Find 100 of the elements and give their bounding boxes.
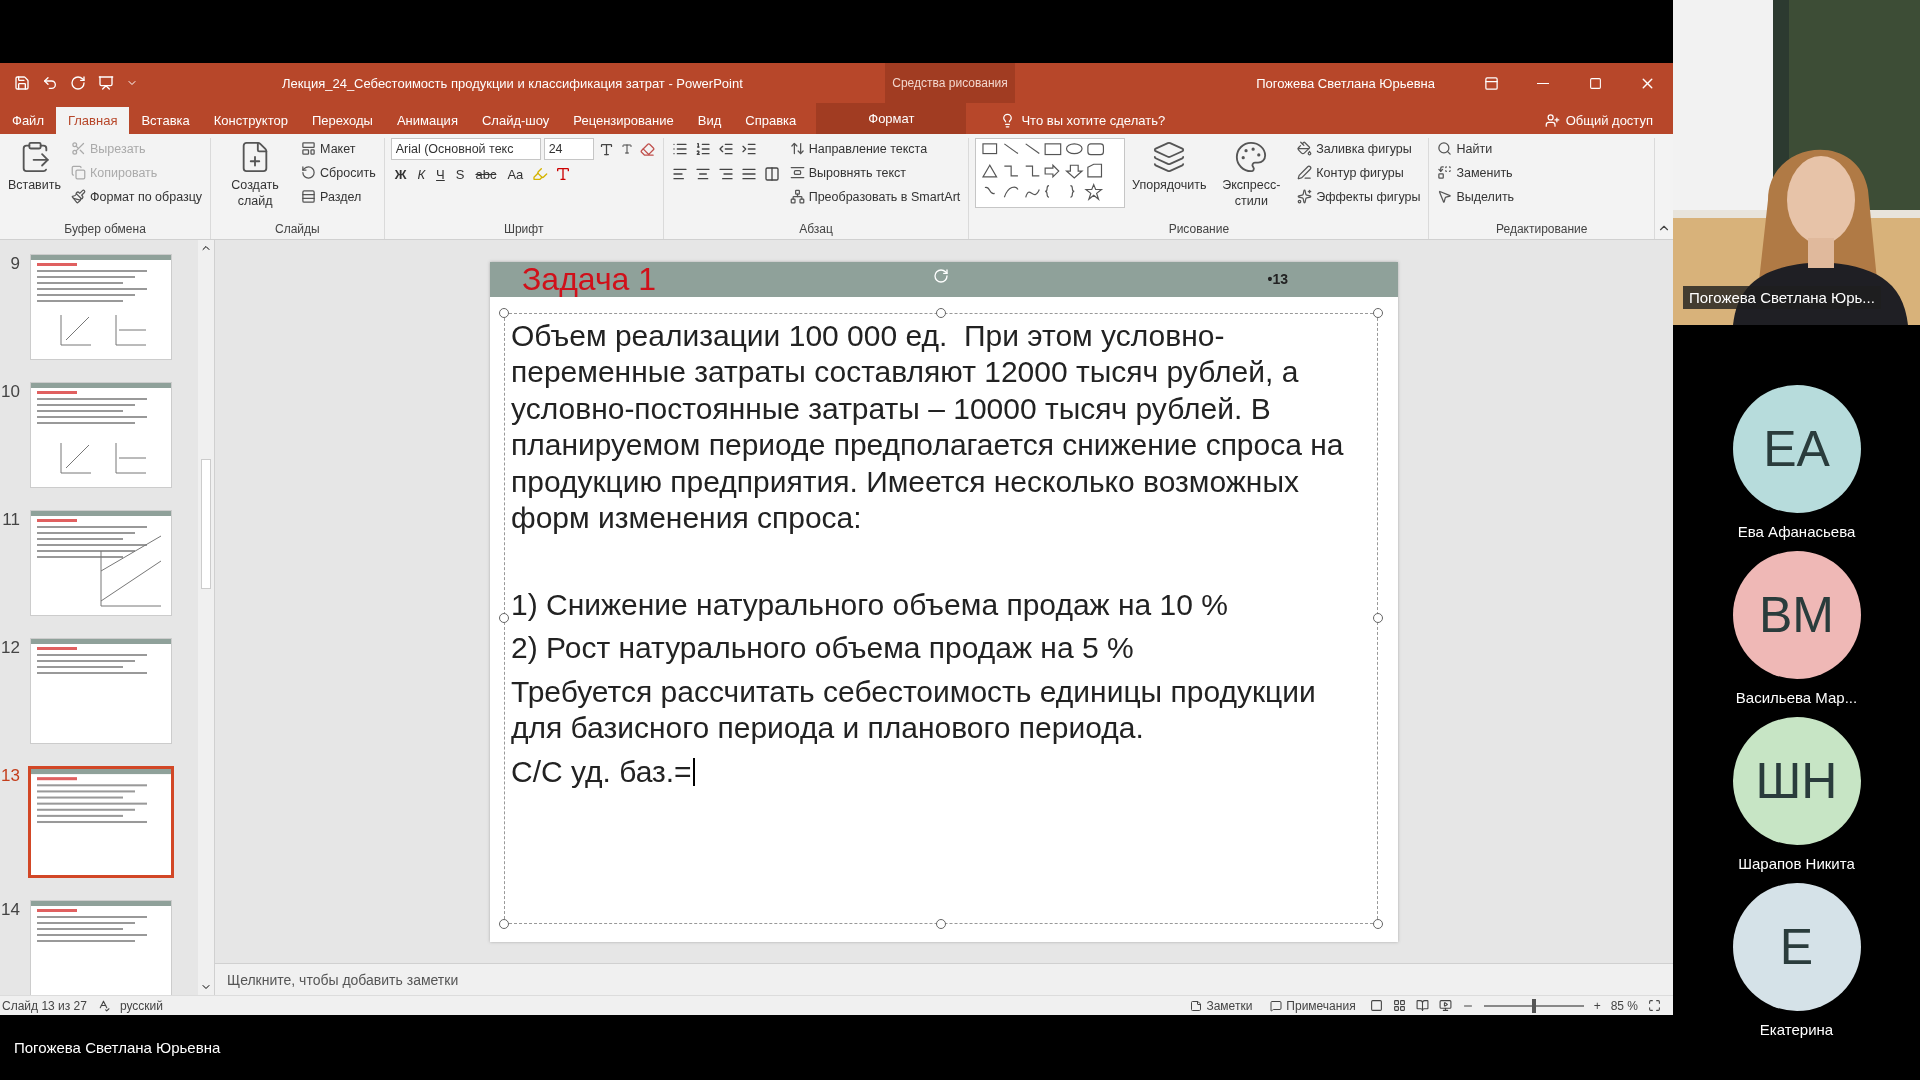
- participant-name: Екатерина: [1759, 1021, 1834, 1038]
- ribbon-button[interactable]: Направление текста: [787, 138, 963, 159]
- slide-thumbnail[interactable]: [28, 766, 174, 878]
- ribbon-button[interactable]: Экспресс-стили: [1213, 138, 1290, 211]
- notes-button[interactable]: Заметки: [1186, 996, 1257, 1015]
- ribbon-button[interactable]: Контур фигуры: [1295, 162, 1423, 183]
- format-button[interactable]: Ч: [432, 163, 449, 185]
- layout-icon: [301, 141, 317, 156]
- resize-handle[interactable]: [936, 307, 946, 318]
- ribbon-group-label: Рисование: [1167, 221, 1231, 238]
- comments-button[interactable]: Примечания: [1266, 996, 1360, 1015]
- user-name: Погожева Светлана Юрьевна: [1256, 75, 1435, 91]
- ribbon-button[interactable]: Макет: [299, 138, 378, 159]
- presenter-name: Погожева Светлана Юрьевна: [14, 1039, 221, 1056]
- normal-view-icon[interactable]: [1369, 999, 1383, 1012]
- ribbon-group-label: Абзац: [798, 221, 834, 238]
- text-direction-icon: [789, 141, 805, 156]
- slide-number: 13: [0, 766, 20, 786]
- ribbon-button[interactable]: Преобразовать в SmartArt: [787, 186, 963, 207]
- ribbon-tab[interactable]: Формат: [816, 103, 967, 134]
- zoom-in-button[interactable]: +: [1593, 998, 1601, 1013]
- ribbon-tab[interactable]: Главная: [55, 107, 130, 134]
- slideshow-icon[interactable]: [98, 75, 114, 91]
- video-caption: Погожева Светлана Юрь...: [1683, 286, 1881, 309]
- paint-bucket-icon: [1297, 141, 1313, 156]
- smartart-icon: [789, 189, 805, 204]
- ribbon-button[interactable]: Выровнять текст: [787, 162, 963, 183]
- ribbon-tab[interactable]: Файл: [0, 107, 56, 134]
- notes-pane[interactable]: Щелкните, чтобы добавить заметки: [215, 963, 1673, 995]
- book-icon[interactable]: [1415, 999, 1429, 1012]
- resize-handle[interactable]: [1373, 307, 1383, 318]
- rotate-handle-icon[interactable]: [933, 267, 949, 284]
- window-title: Лекция_24_Себестоимость продукции и классификация затрат - PowerPoint: [282, 75, 744, 91]
- ribbon-button[interactable]: Упорядочить: [1131, 138, 1208, 195]
- text-cursor: [692, 757, 695, 786]
- shapes-gallery-drawing[interactable]: [975, 138, 1126, 208]
- ribbon-tab[interactable]: Вставка: [129, 107, 202, 134]
- layers-icon: [1152, 140, 1187, 174]
- ribbon-button[interactable]: Формат по образцу: [69, 186, 205, 207]
- ribbon-button[interactable]: Сбросить: [299, 162, 378, 183]
- undo-icon[interactable]: [42, 75, 58, 91]
- ribbon-button[interactable]: Найти: [1435, 138, 1517, 159]
- slide-thumbnail[interactable]: [30, 510, 172, 616]
- font-name-field[interactable]: Arial (Основной текс: [390, 138, 541, 160]
- fit-slide-icon[interactable]: [1648, 999, 1661, 1012]
- ribbon-tab[interactable]: Вид: [685, 107, 734, 134]
- person-add-icon: [1544, 113, 1560, 128]
- resize-handle[interactable]: [936, 918, 946, 929]
- ribbon-tab[interactable]: Рецензирование: [561, 107, 686, 134]
- participant-avatar: ЕА: [1732, 385, 1861, 513]
- slide-thumbnail[interactable]: [30, 254, 172, 360]
- slide-paragraph: Объем реализации 100 000 ед. При этом условно-переменные затраты составляют 12000 тысяч рублей, а условно-постоянные затраты – 10000 тысяч рублей. В планируемом периоде предполагается снижение спроса на продукцию предприятия. Имеется несколько возможных форм изменения спроса:: [511, 317, 1345, 536]
- resize-handle[interactable]: [499, 613, 509, 623]
- ribbon-tab[interactable]: Переходы: [299, 107, 385, 134]
- save-icon[interactable]: [14, 75, 30, 91]
- context-group-label: Средства рисования: [885, 63, 1015, 103]
- note-icon: [1190, 999, 1203, 1012]
- format-button[interactable]: Aa: [503, 163, 528, 185]
- font-size-field[interactable]: 24: [543, 138, 594, 160]
- ribbon-button[interactable]: Выделить: [1435, 186, 1517, 207]
- format-button[interactable]: abc: [471, 163, 501, 185]
- align-text-icon: [789, 165, 805, 180]
- ribbon-tab[interactable]: Конструктор: [201, 107, 300, 134]
- slideshow-view-icon[interactable]: [1438, 999, 1452, 1012]
- tell-me-field[interactable]: Что вы хотите сделать?: [1000, 107, 1166, 134]
- notes-placeholder: Щелкните, чтобы добавить заметки: [227, 971, 459, 988]
- slide-page-number: •13: [1267, 271, 1288, 287]
- ribbon-button[interactable]: Эффекты фигуры: [1295, 186, 1423, 207]
- format-button[interactable]: Ж: [390, 163, 411, 185]
- ribbon-tab[interactable]: Справка: [733, 107, 809, 134]
- slide-thumbnail[interactable]: [30, 638, 172, 744]
- participant-avatar: ШН: [1732, 717, 1861, 845]
- resize-handle[interactable]: [499, 918, 509, 929]
- slide-thumbnail[interactable]: [30, 900, 172, 995]
- ribbon-tab[interactable]: Слайд-шоу: [469, 107, 562, 134]
- slide-number: 12: [0, 638, 20, 658]
- resize-handle[interactable]: [1373, 918, 1383, 929]
- scrollbar-thumb[interactable]: [201, 459, 211, 589]
- resize-handle[interactable]: [499, 307, 509, 318]
- ribbon-button[interactable]: Раздел: [299, 186, 378, 207]
- search-icon: [1437, 141, 1453, 156]
- slide-counter: Слайд 13 из 27: [2, 998, 87, 1013]
- participant-avatar: Е: [1732, 883, 1861, 1011]
- maximize-icon: [1588, 76, 1602, 90]
- ribbon-display-icon: [1483, 75, 1499, 91]
- ribbon-button[interactable]: Создать слайд: [217, 138, 294, 211]
- share-button[interactable]: Общий доступ: [1538, 107, 1659, 134]
- redo-icon[interactable]: [70, 75, 86, 91]
- ribbon-button[interactable]: Заменить: [1435, 162, 1517, 183]
- grid-view-icon[interactable]: [1392, 999, 1406, 1012]
- ribbon-button[interactable]: Заливка фигуры: [1295, 138, 1423, 159]
- ribbon-group-label: Слайды: [274, 221, 321, 238]
- format-button[interactable]: К: [413, 163, 430, 185]
- slide-thumbnail[interactable]: [30, 382, 172, 488]
- zoom-slider-thumb[interactable]: [1531, 998, 1536, 1013]
- ribbon-tab[interactable]: Анимация: [384, 107, 470, 134]
- ribbon-button[interactable]: Вставить: [6, 138, 63, 195]
- ribbon-group-label: Буфер обмена: [63, 221, 147, 238]
- resize-handle[interactable]: [1373, 613, 1383, 623]
- format-button[interactable]: S: [451, 163, 469, 185]
